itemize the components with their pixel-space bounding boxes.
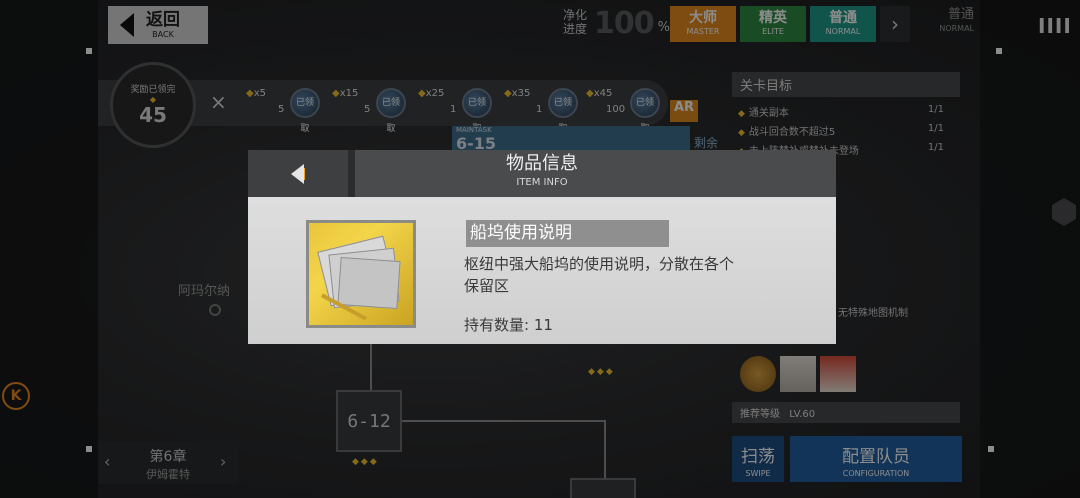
item-description-line: 保留区 — [464, 277, 510, 295]
item-name: 船坞使用说明 — [466, 220, 669, 247]
dialog-title-zh: 物品信息 — [506, 153, 578, 174]
dock-manual-icon — [309, 223, 413, 325]
dialog-header: 物品信息 ITEM INFO — [248, 150, 836, 197]
item-description-line: 枢纽中强大船坞的使用说明，分散在各个 — [464, 255, 735, 273]
dialog-title: 物品信息 ITEM INFO — [248, 155, 836, 188]
dialog-title-en: ITEM INFO — [516, 177, 568, 188]
item-info-dialog: 物品信息 ITEM INFO 船坞使用说明 枢纽中强大船坞的使用说明，分散在各个… — [248, 150, 836, 344]
item-description: 枢纽中强大船坞的使用说明，分散在各个 保留区 — [464, 253, 804, 297]
dialog-body: 船坞使用说明 枢纽中强大船坞的使用说明，分散在各个 保留区 持有数量: 11 — [248, 197, 836, 344]
item-quantity: 持有数量: 11 — [464, 314, 553, 335]
quantity-label: 持有数量: — [464, 316, 534, 334]
paper-shape — [337, 256, 401, 310]
item-icon-frame — [306, 220, 416, 328]
quantity-value: 11 — [533, 316, 553, 334]
